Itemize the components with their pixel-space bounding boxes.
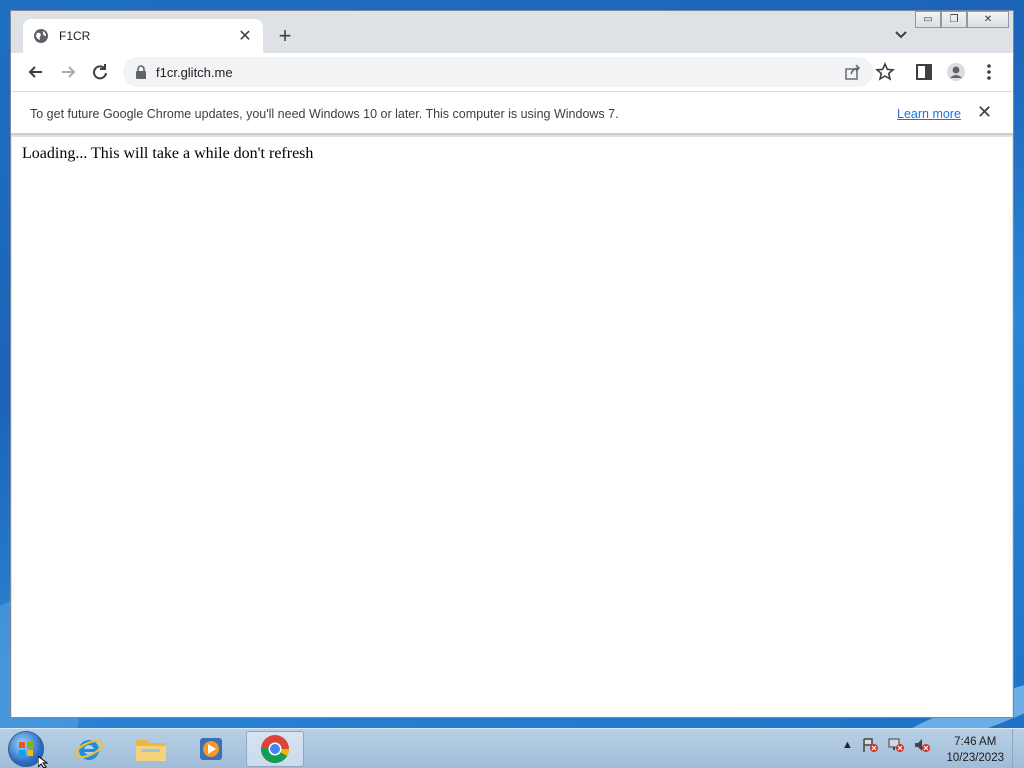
learn-more-link[interactable]: Learn more bbox=[897, 107, 961, 121]
chrome-icon bbox=[261, 735, 289, 763]
tab-strip: F1CR ✕ + ▭ ❐ ✕ bbox=[11, 11, 1013, 53]
tab-search-chevron-icon[interactable] bbox=[893, 28, 909, 42]
media-player-icon bbox=[200, 738, 222, 760]
tab-f1cr[interactable]: F1CR ✕ bbox=[23, 19, 263, 53]
chrome-window: F1CR ✕ + ▭ ❐ ✕ f1cr.glitch.me To get fut… bbox=[10, 10, 1014, 718]
toolbar: f1cr.glitch.me bbox=[11, 53, 1013, 91]
tab-title: F1CR bbox=[59, 29, 91, 43]
lock-icon[interactable] bbox=[135, 65, 147, 79]
address-bar[interactable]: f1cr.glitch.me bbox=[123, 57, 873, 87]
loading-message: Loading... This will take a while don't … bbox=[22, 145, 314, 162]
system-tray: ▲ bbox=[842, 737, 931, 753]
action-center-flag-icon[interactable] bbox=[861, 737, 879, 753]
taskbar: ▲ 7:46 AM 10/23/2023 bbox=[0, 728, 1024, 768]
menu-kebab-icon[interactable] bbox=[979, 62, 999, 82]
volume-muted-icon[interactable] bbox=[913, 737, 931, 753]
back-arrow-icon[interactable] bbox=[26, 62, 46, 82]
taskbar-media-player[interactable] bbox=[182, 731, 240, 767]
tab-close-icon[interactable]: ✕ bbox=[237, 26, 253, 46]
taskbar-clock[interactable]: 7:46 AM 10/23/2023 bbox=[946, 734, 1004, 766]
globe-icon bbox=[34, 29, 48, 43]
profile-icon[interactable] bbox=[946, 62, 966, 82]
update-infobar: To get future Google Chrome updates, you… bbox=[11, 91, 1013, 135]
infobar-message: To get future Google Chrome updates, you… bbox=[30, 107, 619, 121]
minimize-button[interactable]: ▭ bbox=[915, 11, 941, 28]
forward-arrow-icon[interactable] bbox=[58, 62, 78, 82]
side-panel-icon[interactable] bbox=[914, 62, 934, 82]
reload-icon[interactable] bbox=[90, 62, 110, 82]
maximize-button[interactable]: ❐ bbox=[941, 11, 967, 28]
tray-expand-icon[interactable]: ▲ bbox=[842, 739, 853, 751]
share-icon[interactable] bbox=[845, 64, 861, 80]
show-desktop-button[interactable] bbox=[1012, 729, 1024, 768]
bookmark-star-icon[interactable] bbox=[875, 62, 895, 82]
window-controls: ▭ ❐ ✕ bbox=[915, 11, 1009, 29]
new-tab-button[interactable]: + bbox=[273, 25, 297, 47]
clock-time: 7:46 AM bbox=[954, 736, 997, 748]
file-explorer-icon bbox=[136, 740, 166, 761]
taskbar-internet-explorer[interactable] bbox=[60, 731, 118, 767]
infobar-close-icon[interactable]: ✕ bbox=[977, 102, 992, 123]
url-text: f1cr.glitch.me bbox=[156, 65, 233, 80]
taskbar-chrome[interactable] bbox=[246, 731, 304, 767]
page-content: Loading... This will take a while don't … bbox=[12, 137, 1012, 717]
network-icon[interactable] bbox=[887, 737, 905, 753]
internet-explorer-icon bbox=[75, 739, 103, 760]
close-window-button[interactable]: ✕ bbox=[967, 11, 1009, 28]
mouse-cursor-icon bbox=[38, 756, 49, 768]
taskbar-file-explorer[interactable] bbox=[122, 731, 180, 767]
clock-date: 10/23/2023 bbox=[946, 752, 1004, 764]
